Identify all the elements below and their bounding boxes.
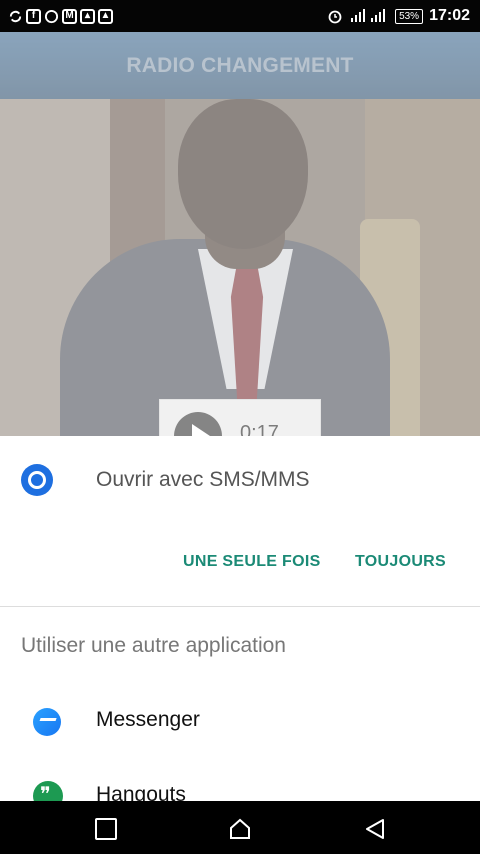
other-app-heading: Utiliser une autre application	[21, 634, 286, 657]
app-chooser-sheet: Ouvrir avec SMS/MMS UNE SEULE FOIS TOUJO…	[0, 436, 480, 801]
sync-icon	[9, 10, 22, 22]
signal-icon	[351, 9, 386, 22]
navigation-bar	[0, 801, 480, 854]
just-once-button[interactable]: UNE SEULE FOIS	[183, 553, 321, 571]
messenger-icon	[33, 708, 61, 736]
hangouts-icon	[33, 781, 63, 801]
home-icon[interactable]	[228, 817, 252, 841]
app-item-label: Hangouts	[96, 783, 186, 801]
image-icon: ▴	[80, 8, 95, 24]
alarm-icon	[328, 10, 342, 24]
status-bar: f M ▴ ▲ 53% 17:02	[0, 0, 480, 32]
app-item-hangouts[interactable]: Hangouts	[0, 761, 480, 801]
dialog-scrim[interactable]	[0, 32, 480, 436]
gmail-icon: M	[62, 8, 77, 24]
battery-indicator: 53%	[395, 8, 424, 24]
sms-app-icon	[21, 464, 53, 496]
facebook-icon: f	[26, 8, 41, 24]
open-with-label: Ouvrir avec SMS/MMS	[96, 468, 310, 491]
app-item-label: Messenger	[96, 708, 200, 731]
system-status: 53% 17:02	[327, 7, 480, 25]
open-with-row[interactable]: Ouvrir avec SMS/MMS	[0, 436, 480, 526]
recent-apps-icon[interactable]	[95, 818, 117, 840]
alert-icon: ▲	[98, 8, 113, 24]
app-item-messenger[interactable]: Messenger	[0, 686, 480, 756]
always-button[interactable]: TOUJOURS	[355, 553, 446, 571]
notification-icons: f M ▴ ▲	[0, 8, 113, 24]
clock: 17:02	[429, 7, 470, 24]
back-icon[interactable]	[363, 817, 387, 841]
divider	[0, 606, 480, 607]
whatsapp-icon	[44, 9, 59, 23]
